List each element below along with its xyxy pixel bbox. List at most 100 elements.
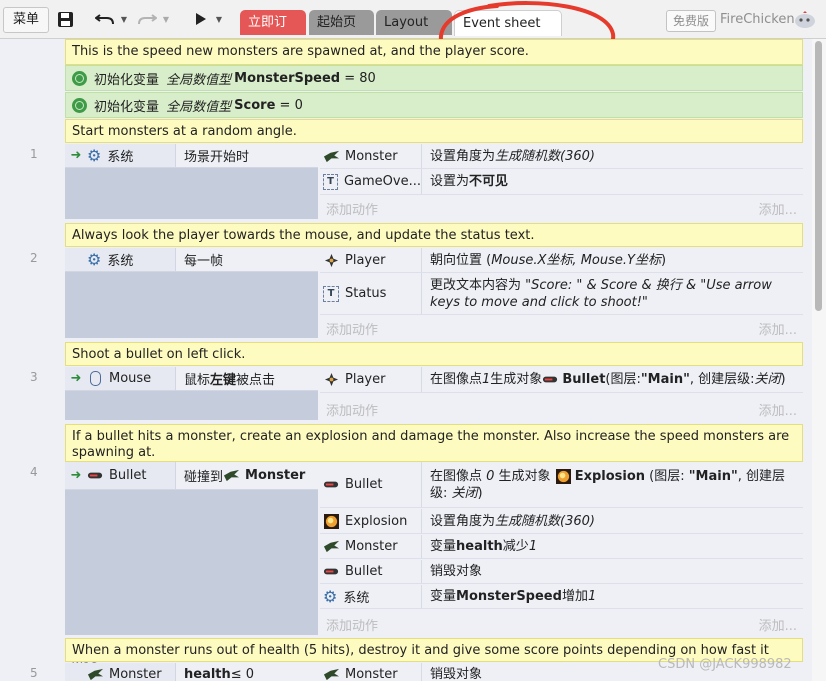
condition-object: 系统 <box>107 254 134 269</box>
action-text-italic: 1 <box>482 372 491 387</box>
add-action-row[interactable]: 添加动作 添加... <box>320 196 803 218</box>
action-text-plain: 更改文本内容为 <box>430 277 526 293</box>
add-more-link[interactable]: 添加... <box>759 400 797 419</box>
action-text-plain: 在图像点 <box>430 372 483 387</box>
action-object[interactable]: Bullet <box>320 560 421 584</box>
action-text-plain: 设置角度为 <box>430 148 496 164</box>
action-object[interactable]: Player <box>320 367 421 393</box>
bullet-icon <box>323 481 339 488</box>
action-object[interactable]: Monster <box>320 144 421 169</box>
action-object[interactable]: T Status <box>320 273 421 315</box>
comment[interactable]: Always look the player towards the mouse… <box>65 223 803 247</box>
event-number: 2 <box>30 251 38 265</box>
add-more-link[interactable]: 添加... <box>759 615 797 634</box>
action-object[interactable]: T GameOve... <box>320 169 421 195</box>
action-object[interactable]: ⚙ 系统 <box>320 585 421 609</box>
action-text-plain: 销毁对象 <box>430 564 483 579</box>
monster-icon <box>323 540 340 553</box>
save-icon[interactable] <box>55 9 75 29</box>
scrollbar-thumb[interactable] <box>815 41 822 311</box>
action-object-name: Explosion <box>345 513 408 529</box>
condition-text: 场景开始时 <box>175 144 318 167</box>
comment[interactable]: Shoot a bullet on left click. <box>65 342 803 366</box>
free-edition-badge[interactable]: 免费版 <box>666 10 716 32</box>
add-action-link[interactable]: 添加动作 <box>326 319 378 338</box>
menu-button[interactable]: 菜单 <box>3 7 49 33</box>
action-text[interactable]: 销毁对象 <box>421 560 803 584</box>
comment[interactable]: Start monsters at a random angle. <box>65 119 803 143</box>
condition-row[interactable]: ➜ Bullet 碰撞到 Monster <box>65 462 318 490</box>
action-object-name: 系统 <box>343 591 370 606</box>
action-text[interactable]: 变量 health 减少 1 <box>421 535 803 559</box>
user-avatar-icon[interactable] <box>794 11 816 29</box>
watermark: CSDN @JACK998982 <box>658 657 792 672</box>
redo-icon[interactable] <box>136 9 158 29</box>
add-action-link[interactable]: 添加动作 <box>326 615 378 634</box>
monster-icon <box>87 668 104 681</box>
user-name[interactable]: FireChicken <box>720 12 795 27</box>
add-more-link[interactable]: 添加... <box>759 199 797 218</box>
tab-subscribe[interactable]: 立即订阅 <box>240 10 306 55</box>
var-prefix: 初始化变量 <box>94 99 160 115</box>
action-text[interactable]: 设置为 不可见 <box>421 169 803 195</box>
condition-row[interactable]: Monster health ≤ 0 <box>65 663 318 681</box>
add-action-row[interactable]: 添加动作 添加... <box>320 397 803 419</box>
undo-icon[interactable] <box>94 9 116 29</box>
condition-text-plain: ≤ 0 <box>230 667 255 681</box>
globe-icon <box>72 70 87 86</box>
gear-icon: ⚙ <box>87 146 102 165</box>
monster-icon <box>323 668 340 681</box>
action-text[interactable]: 在图像点 1 生成对象 Bullet (图层: "Main", 创建层级: 关闭… <box>421 367 803 393</box>
action-object-name: GameOve... <box>343 174 421 189</box>
redo-dropdown-icon[interactable]: ▼ <box>161 9 171 29</box>
action-text-plain: 生成对象 <box>490 372 543 387</box>
action-text-bold: health <box>456 539 503 554</box>
event-number: 5 <box>30 666 38 680</box>
action-object[interactable]: Monster <box>320 663 421 681</box>
condition-text: health ≤ 0 <box>175 663 318 681</box>
play-icon[interactable] <box>192 9 210 29</box>
action-object[interactable]: Explosion <box>320 509 421 534</box>
condition-object: Bullet <box>109 468 147 483</box>
tab-start-page[interactable]: 起始页× <box>309 10 374 54</box>
comment[interactable]: If a bullet hits a monster, create an ex… <box>65 424 803 462</box>
action-text-bold: MonsterSpeed <box>456 589 562 604</box>
action-text[interactable]: 更改文本内容为 "Score: " & Score & 换行 & "Use ar… <box>421 273 803 315</box>
condition-text: 碰撞到 Monster <box>175 462 318 489</box>
add-action-row[interactable]: 添加动作 添加... <box>320 316 803 338</box>
action-text-italic: 关闭 <box>451 485 478 501</box>
action-text[interactable]: 在图像点 0 生成对象 Explosion (图层: "Main", 创建层级:… <box>421 462 803 508</box>
condition-text-bold: Monster <box>245 468 306 483</box>
var-value: = 0 <box>279 97 303 113</box>
condition-row[interactable]: ➜ ⚙ 系统 场景开始时 <box>65 144 318 168</box>
condition-row[interactable]: ➜ Mouse 鼠标 左键 被点击 <box>65 367 318 391</box>
action-text[interactable]: 变量 MonsterSpeed 增加 1 <box>421 585 803 609</box>
global-variable-row[interactable]: 初始化变量 全局数值型 MonsterSpeed = 80 <box>65 65 803 91</box>
add-action-link[interactable]: 添加动作 <box>326 400 378 419</box>
condition-text: 鼠标 左键 被点击 <box>175 367 318 390</box>
var-type: 全局数值型 <box>166 99 232 115</box>
action-object[interactable]: Player <box>320 248 421 273</box>
play-dropdown-icon[interactable]: ▼ <box>214 9 224 29</box>
global-variable-row[interactable]: 初始化变量 全局数值型 Score = 0 <box>65 92 803 118</box>
condition-object: 系统 <box>107 150 134 165</box>
trigger-arrow-icon: ➜ <box>70 148 82 163</box>
event-number: 1 <box>30 147 38 161</box>
undo-dropdown-icon[interactable]: ▼ <box>119 9 129 29</box>
var-name: Score <box>234 97 276 113</box>
add-action-link[interactable]: 添加动作 <box>326 199 378 218</box>
action-text[interactable]: 设置角度为 生成随机数(360) <box>421 144 803 169</box>
action-text-plain: (图层: <box>605 372 641 387</box>
action-object-name: Status <box>345 286 387 301</box>
event-sheet[interactable]: This is the speed new monsters are spawn… <box>0 39 812 681</box>
action-text[interactable]: 设置角度为 生成随机数(360) <box>421 509 803 534</box>
condition-row[interactable]: ⚙ 系统 每一帧 <box>65 248 318 272</box>
condition-text-plain: 碰撞到 <box>184 470 224 485</box>
action-object[interactable]: Bullet <box>320 462 421 508</box>
action-text-plain: 减少 <box>502 539 529 554</box>
action-object[interactable]: Monster <box>320 535 421 559</box>
action-text[interactable]: 朝向位置 (Mouse.X坐标, Mouse.Y坐标) <box>421 248 803 273</box>
add-more-link[interactable]: 添加... <box>759 319 797 338</box>
add-action-row[interactable]: 添加动作 添加... <box>320 612 803 634</box>
comment[interactable]: This is the speed new monsters are spawn… <box>65 39 803 65</box>
